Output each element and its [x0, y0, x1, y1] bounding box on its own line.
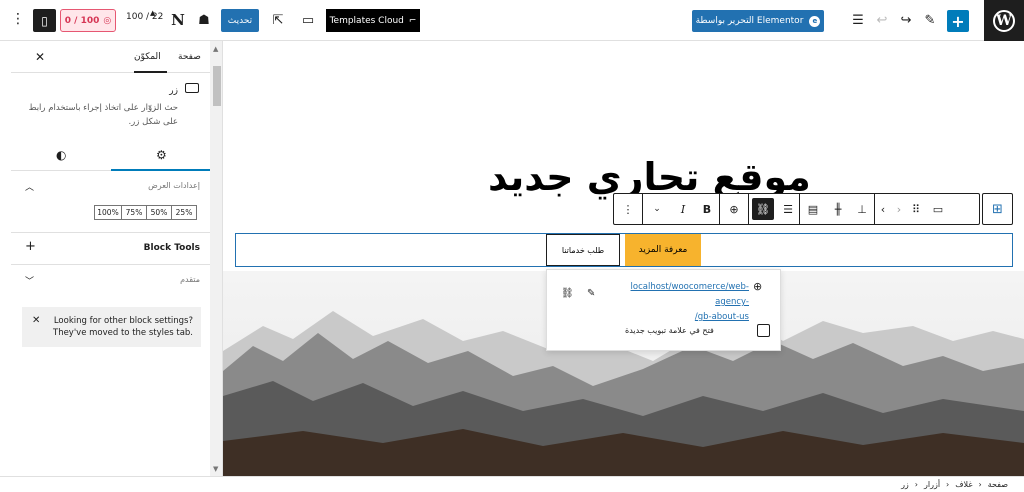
request-services-button[interactable]: طلب خدماتنا — [546, 234, 620, 266]
open-new-tab-label: فتح في علامة تبويب جديدة — [625, 326, 714, 335]
block-inserter-button[interactable]: + — [947, 10, 969, 32]
settings-sidebar-toggle[interactable]: ▯ — [33, 9, 56, 32]
scroll-down-arrow-icon[interactable]: ▼ — [213, 465, 218, 473]
sidebar-scrollbar[interactable] — [210, 41, 222, 476]
seo-icon: ◎ — [103, 15, 112, 26]
readability-score[interactable]: 100 / 22 — [126, 12, 163, 22]
plus-icon[interactable]: + — [25, 239, 36, 254]
redo-icon[interactable]: ↪ — [896, 10, 916, 30]
width-25-button[interactable]: 25% — [171, 205, 197, 220]
block-toolbar: ⋮ ⌄ I B ⊕ ⛓ ☰ ▤ ╫ ⊥ ‹ › ⠿ ▭ — [613, 193, 980, 225]
undo-icon[interactable]: ↩ — [872, 10, 892, 30]
device-preview-icon[interactable]: ▭ — [298, 10, 318, 30]
unlink-icon[interactable]: ⛓ — [752, 198, 774, 220]
link-popover: ⊕ localhost/woocomerce/web-agency- /gb-a… — [546, 269, 781, 351]
templates-cloud-label: Templates Cloud — [329, 15, 404, 26]
button-block-icon — [185, 83, 199, 93]
align-top-icon[interactable]: ▤ — [800, 194, 826, 224]
chevron-down-icon[interactable]: ﹀ — [25, 274, 34, 287]
elementor-icon: e — [809, 15, 821, 27]
user-avatar-icon[interactable]: ☗ — [194, 10, 214, 30]
edit-with-elementor-button[interactable]: التحرير بواسطة Elementor e — [692, 10, 824, 32]
advanced-panel[interactable]: ﹀ متقدم — [11, 265, 210, 297]
breadcrumb-button: زر — [901, 480, 909, 489]
select-parent-buttons-icon[interactable]: ⊞ — [982, 193, 1013, 225]
settings-styles-tabs: ⚙ ◐ — [11, 141, 210, 171]
block-description: حث الزوّار على اتخاذ إجراء باستخدام رابط… — [28, 103, 178, 127]
move-left-icon[interactable]: ‹ — [875, 194, 891, 224]
scroll-up-arrow-icon[interactable]: ▲ — [213, 45, 218, 53]
styles-moved-notice: ✕ Looking for other block settings? They… — [22, 307, 201, 347]
breadcrumb-bar: صفحة ‹ غلاف ‹ أزرار ‹ زر — [0, 476, 1024, 492]
elementor-label: التحرير بواسطة Elementor — [695, 16, 804, 26]
chevron-up-icon[interactable]: ︿ — [25, 180, 34, 193]
styles-contrast-icon[interactable]: ◐ — [56, 148, 66, 162]
pencil-tools-icon[interactable]: ✎ — [920, 10, 940, 30]
wordpress-icon: W — [993, 9, 1015, 32]
align-bottom-icon[interactable]: ⊥ — [850, 194, 874, 224]
block-tools-panel[interactable]: + Block Tools — [11, 233, 210, 265]
notice-text: Looking for other block settings? They'v… — [53, 316, 194, 338]
link-url-line-1: localhost/woocomerce/web-agency- — [630, 282, 749, 307]
settings-sidebar: صفحة المكوّن ✕ زر حث الزوّار على اتخاذ إ… — [0, 41, 223, 476]
breadcrumb-page[interactable]: صفحة — [988, 480, 1008, 489]
sidebar-scroll-thumb[interactable] — [213, 66, 221, 106]
breadcrumb-separator-icon: ‹ — [946, 480, 950, 489]
block-card: زر حث الزوّار على اتخاذ إجراء باستخدام ر… — [11, 81, 201, 141]
open-new-tab-checkbox[interactable] — [757, 324, 770, 337]
display-settings-panel: ︿ إعدادات العرض 100% 75% 50% 25% — [11, 171, 210, 233]
drag-handle-icon[interactable]: ⠿ — [907, 194, 925, 224]
update-button[interactable]: تحديث — [221, 9, 259, 32]
block-tools-title[interactable]: Block Tools — [144, 243, 200, 253]
align-center-icon[interactable]: ╫ — [826, 194, 850, 224]
italic-icon[interactable]: I — [671, 194, 695, 224]
width-75-button[interactable]: 75% — [121, 205, 147, 220]
sidebar-icon: ▯ — [41, 13, 48, 28]
seo-score-text: 0 / 100 — [64, 15, 100, 26]
width-button-group: 100% 75% 50% 25% — [94, 205, 197, 220]
templates-cloud-button[interactable]: Templates Cloud ⌐ — [326, 9, 420, 32]
breadcrumb-separator-icon: ‹ — [978, 480, 982, 489]
dismiss-notice-icon[interactable]: ✕ — [32, 315, 40, 326]
n-plugin-icon[interactable]: N — [168, 10, 188, 30]
learn-more-button[interactable]: معرفة المزيد — [625, 234, 701, 266]
breadcrumb-cover[interactable]: غلاف — [955, 480, 972, 489]
block-title: زر — [169, 86, 178, 96]
close-sidebar-icon[interactable]: ✕ — [35, 50, 45, 64]
justify-icon[interactable]: ☰ — [777, 194, 799, 224]
tab-block[interactable]: المكوّن — [134, 52, 161, 62]
button-block-type-icon[interactable]: ▭ — [925, 194, 951, 224]
globe-icon[interactable]: ⊕ — [720, 194, 748, 224]
seo-score-badge[interactable]: 0 / 100 ◎ — [60, 9, 116, 32]
bold-icon[interactable]: B — [695, 194, 719, 224]
globe-icon: ⊕ — [753, 280, 763, 293]
link-url-line-2: /gb-about-us — [694, 312, 749, 322]
width-100-button[interactable]: 100% — [94, 205, 122, 220]
toolbar-separator — [748, 194, 749, 224]
wordpress-logo-button[interactable]: W — [984, 0, 1024, 41]
breadcrumb-buttons[interactable]: أزرار — [924, 480, 940, 489]
options-menu-icon[interactable]: ⋮ — [11, 11, 25, 27]
cloud-logo-icon: ⌐ — [408, 15, 417, 26]
breadcrumb: صفحة ‹ غلاف ‹ أزرار ‹ زر — [901, 480, 1008, 489]
move-right-icon[interactable]: › — [891, 194, 907, 224]
document-overview-icon[interactable]: ☰ — [848, 10, 868, 30]
sidebar-tabs: صفحة المكوّن ✕ — [11, 41, 210, 73]
width-50-button[interactable]: 50% — [146, 205, 172, 220]
active-tab-indicator — [134, 71, 167, 73]
advanced-title[interactable]: متقدم — [180, 275, 200, 284]
more-options-icon[interactable]: ⋮ — [614, 194, 642, 224]
view-post-external-icon[interactable]: ⇱ — [268, 10, 288, 30]
breadcrumb-separator-icon: ‹ — [914, 480, 918, 489]
dropdown-chevron-icon[interactable]: ⌄ — [643, 194, 671, 224]
display-settings-title[interactable]: إعدادات العرض — [148, 181, 200, 190]
tab-page[interactable]: صفحة — [178, 52, 201, 62]
top-toolbar: W + ✎ ↪ ↩ ☰ التحرير بواسطة Elementor e T… — [0, 0, 1024, 41]
buttons-block-outline[interactable] — [235, 233, 1013, 267]
edit-link-icon[interactable]: ✎ — [587, 288, 595, 299]
unlink-icon[interactable]: ⛓ — [561, 288, 574, 299]
editor-canvas: موقع تجاري جديد معرفة المزيد طلب خدماتنا… — [223, 41, 1024, 476]
gear-icon[interactable]: ⚙ — [156, 148, 167, 162]
link-url[interactable]: localhost/woocomerce/web-agency- /gb-abo… — [609, 280, 749, 325]
